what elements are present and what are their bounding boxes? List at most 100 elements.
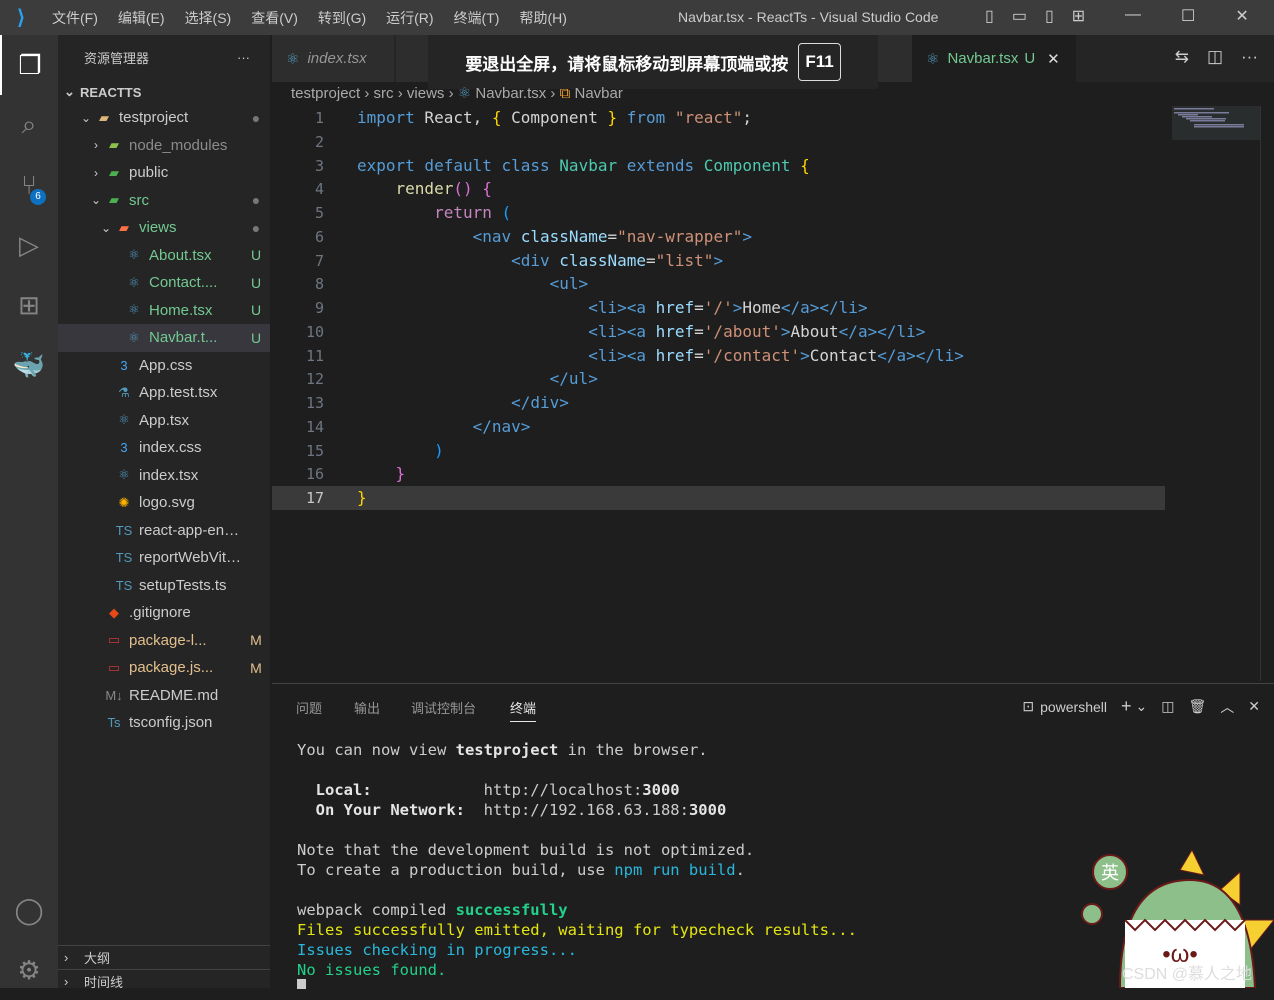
- terminal-dropdown-icon[interactable]: ⌄: [1136, 698, 1148, 715]
- layout-controls: ▯ ▭ ▯ ⊞: [985, 6, 1085, 26]
- run-debug-icon[interactable]: ▷: [0, 215, 58, 275]
- line-number: 16: [305, 465, 324, 484]
- code-token: }: [357, 488, 367, 507]
- close-panel-icon[interactable]: ✕: [1248, 698, 1260, 715]
- toggle-sidebar-icon[interactable]: ▯: [985, 6, 994, 26]
- split-editor-icon[interactable]: ◫: [1207, 47, 1223, 67]
- breadcrumb-item[interactable]: src: [374, 85, 394, 102]
- workspace-section[interactable]: ⌄ REACTTS: [58, 80, 270, 104]
- tree-item[interactable]: ⌄ ▰ views ●: [58, 214, 270, 242]
- code-token: >: [732, 298, 743, 317]
- code-line: 13 </div>: [272, 391, 1172, 415]
- maximize-button[interactable]: ☐: [1181, 6, 1195, 26]
- tree-item[interactable]: ⚛ Contact.... U: [58, 269, 270, 297]
- menu-item[interactable]: 帮助(H): [509, 8, 576, 28]
- tree-item[interactable]: ▭ package.js... M: [58, 654, 270, 682]
- code-token: href: [655, 321, 695, 341]
- more-actions-button[interactable]: ···: [237, 50, 250, 65]
- tree-item[interactable]: ⌄ ▰ testproject ●: [58, 104, 270, 132]
- tree-item[interactable]: ✺ logo.svg: [58, 489, 270, 517]
- search-icon[interactable]: ⌕: [0, 95, 58, 155]
- compare-changes-icon[interactable]: ⇆: [1175, 47, 1189, 67]
- tree-item[interactable]: ⚛ index.tsx: [58, 462, 270, 490]
- breadcrumb-item[interactable]: testproject: [291, 85, 360, 102]
- line-number: 17: [305, 489, 324, 507]
- git-status: ●: [251, 219, 261, 236]
- code-token: About: [790, 321, 839, 341]
- tree-item[interactable]: ⚗ App.test.tsx: [58, 379, 270, 407]
- terminal-text: testproject: [455, 741, 559, 759]
- tree-item[interactable]: 3 App.css: [58, 352, 270, 380]
- tree-item[interactable]: › ▰ node_modules: [58, 132, 270, 160]
- editor-scrollbar[interactable]: [1260, 106, 1274, 681]
- file-name: src: [129, 191, 149, 209]
- code-token: import: [357, 108, 415, 127]
- tree-item[interactable]: ⌄ ▰ src ●: [58, 187, 270, 215]
- tree-item[interactable]: ⚛ Navbar.t... U: [58, 324, 270, 352]
- menu-item[interactable]: 查看(V): [241, 8, 308, 28]
- more-actions-icon[interactable]: ···: [1241, 47, 1258, 67]
- kill-terminal-icon[interactable]: 🗑: [1188, 698, 1206, 715]
- close-button[interactable]: ✕: [1235, 6, 1248, 26]
- tree-item[interactable]: › ▰ public: [58, 159, 270, 187]
- tree-item[interactable]: ◆ .gitignore: [58, 599, 270, 627]
- minimap[interactable]: [1172, 106, 1260, 146]
- terminal-output[interactable]: You can now view testproject in the brow…: [297, 740, 857, 980]
- tree-item[interactable]: ⚛ App.tsx: [58, 407, 270, 435]
- menu-item[interactable]: 选择(S): [175, 8, 242, 28]
- code-token: </nav>: [472, 416, 531, 436]
- tree-item[interactable]: Ts tsconfig.json: [58, 709, 270, 737]
- maximize-panel-icon[interactable]: ︿: [1220, 697, 1234, 717]
- tree-item[interactable]: TS reportWebVital...: [58, 544, 270, 572]
- test-icon: ⚗: [118, 384, 130, 400]
- menu-item[interactable]: 编辑(E): [108, 8, 175, 28]
- toggle-panel-icon[interactable]: ▭: [1012, 6, 1027, 26]
- shell-name[interactable]: powershell: [1040, 699, 1107, 715]
- tab-close-button[interactable]: ✕: [1047, 50, 1060, 68]
- line-number: 5: [314, 204, 324, 222]
- outline-section[interactable]: › 大纲: [58, 945, 270, 969]
- tree-item[interactable]: ▭ package-l... M: [58, 627, 270, 655]
- timeline-section[interactable]: › 时间线: [58, 969, 270, 993]
- file-name: index.tsx: [139, 466, 199, 484]
- minimize-button[interactable]: —: [1125, 6, 1141, 26]
- panel-tab[interactable]: 问题: [296, 698, 322, 717]
- tree-item[interactable]: 3 index.css: [58, 434, 270, 462]
- menu-item[interactable]: 文件(F): [42, 8, 108, 28]
- toggle-secondary-sidebar-icon[interactable]: ▯: [1045, 6, 1054, 26]
- panel-tab[interactable]: 终端: [510, 698, 537, 722]
- menu-item[interactable]: 转到(G): [308, 8, 376, 28]
- breadcrumb-item[interactable]: Navbar.tsx: [475, 85, 546, 102]
- panel-tab[interactable]: 输出: [354, 698, 380, 717]
- tree-item[interactable]: TS react-app-env....: [58, 517, 270, 545]
- panel-tab[interactable]: 调试控制台: [411, 698, 476, 717]
- source-control-icon[interactable]: ⑂ 6: [0, 155, 58, 215]
- account-icon[interactable]: ◯: [0, 880, 58, 940]
- menu-item[interactable]: 运行(R): [376, 8, 443, 28]
- customize-layout-icon[interactable]: ⊞: [1072, 6, 1085, 26]
- breadcrumb-item[interactable]: views: [407, 85, 445, 102]
- tab-navbar-tsx[interactable]: ⚛ Navbar.tsx U ✕: [912, 35, 1076, 82]
- settings-gear-icon[interactable]: ⚙: [0, 940, 58, 1000]
- terminal-text: Issues checking in progress...: [297, 941, 577, 959]
- tree-item[interactable]: ⚛ Home.tsx U: [58, 297, 270, 325]
- code-line: 11 <li><a href='/contact'>Contact</a></l…: [272, 344, 1172, 368]
- code-line: 10 <li><a href='/about'>About</a></li>: [272, 320, 1172, 344]
- docker-icon[interactable]: 🐳: [0, 335, 58, 395]
- split-terminal-icon[interactable]: ◫: [1161, 698, 1174, 715]
- tree-item[interactable]: ⚛ About.tsx U: [58, 242, 270, 270]
- explorer-icon[interactable]: ❐: [0, 35, 58, 95]
- tab-index-tsx[interactable]: ⚛ index.tsx: [272, 35, 394, 82]
- menu-item[interactable]: 终端(T): [444, 8, 510, 28]
- breadcrumb-item[interactable]: Navbar: [574, 85, 622, 102]
- code-token: Component: [501, 108, 608, 127]
- new-terminal-button[interactable]: +: [1121, 696, 1132, 717]
- tree-item[interactable]: TS setupTests.ts: [58, 572, 270, 600]
- tree-item[interactable]: M↓ README.md: [58, 682, 270, 710]
- code-token: export default class: [357, 155, 560, 175]
- code-editor[interactable]: 1 import React, { Component } from "react…: [272, 106, 1172, 510]
- extensions-icon[interactable]: ⊞: [0, 275, 58, 335]
- chevron-icon: ⌄: [90, 193, 102, 208]
